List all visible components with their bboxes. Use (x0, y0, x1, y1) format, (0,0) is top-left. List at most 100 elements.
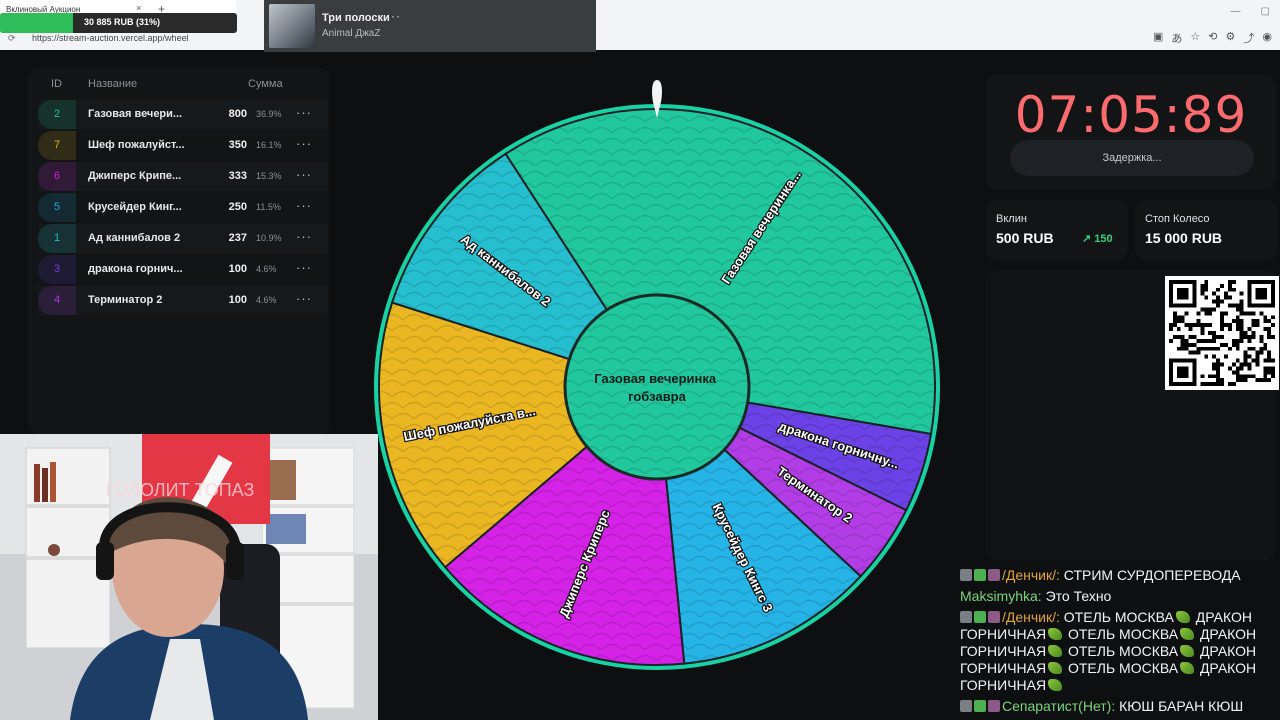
lot-id: 2 (38, 100, 76, 129)
stream-chat: /Денчик/: СТРИМ СУРДОПЕРЕВОДА Maksimyhka:… (960, 567, 1278, 719)
track-artist: Animal ДжаZ (322, 28, 381, 39)
chat-message: /Денчик/: СТРИМ СУРДОПЕРЕВОДА (960, 567, 1278, 584)
music-more-icon[interactable]: ··· (386, 9, 401, 23)
reload-icon[interactable]: ⟳ (8, 33, 16, 44)
lot-sum: 237 (228, 232, 247, 244)
chat-badge-icon (960, 569, 972, 581)
lot-more-icon[interactable]: ··· (296, 198, 312, 213)
vklin-value: 500 RUB (996, 230, 1054, 246)
qr-code (1165, 276, 1279, 390)
chat-nick[interactable]: Maksimyhka: (960, 588, 1046, 604)
window-controls: — ▢ (1231, 6, 1270, 17)
dragon-emote-icon (1048, 662, 1063, 674)
chat-nick[interactable]: /Денчик/: (1002, 609, 1064, 625)
lot-percent: 4.6% (256, 295, 277, 305)
lot-sum: 800 (228, 108, 247, 120)
wheel-hub-texture (565, 295, 749, 479)
translate-icon[interactable]: あ (1171, 30, 1182, 46)
chat-text: ОТЕЛЬ МОСКВА (1067, 643, 1179, 659)
album-art (269, 4, 315, 48)
lot-percent: 4.6% (256, 264, 277, 274)
wheel-pointer (652, 80, 662, 118)
stop-wheel-label: Стоп Колесо (1145, 213, 1210, 225)
chat-text: КЮШ БАРАН КЮШ (1119, 698, 1244, 714)
lot-row[interactable]: 4 Терминатор 2 100 4.6% ··· (38, 286, 328, 315)
chat-nick[interactable]: /Денчик/: (1002, 567, 1064, 583)
delay-button[interactable]: Задержка... (1010, 140, 1254, 176)
lot-more-icon[interactable]: ··· (296, 229, 312, 244)
chat-nick[interactable]: Сепаратист(Нет): (1002, 698, 1119, 714)
lot-more-icon[interactable]: ··· (296, 167, 312, 182)
lot-name: Крусейдер Кинг... (88, 201, 182, 213)
lot-row[interactable]: 3 дракона горнич... 100 4.6% ··· (38, 255, 328, 284)
profile-icon[interactable]: ◉ (1262, 30, 1272, 46)
lot-table: ID Название Сумма 2 Газовая вечери... 800 3… (28, 68, 330, 434)
stop-wheel-value: 15 000 RUB (1145, 230, 1223, 246)
countdown-timer: 07:05:89 (1014, 86, 1248, 144)
address-bar[interactable]: ⟳ https://stream-auction.vercel.app/whee… (6, 31, 226, 47)
chat-badge-icon (974, 569, 986, 581)
lot-row[interactable]: 1 Ад каннибалов 2 237 10.9% ··· (38, 224, 328, 253)
chat-text: ОТЕЛЬ МОСКВА (1067, 660, 1179, 676)
dragon-emote-icon (1180, 662, 1195, 674)
lot-row[interactable]: 5 Крусейдер Кинг... 250 11.5% ··· (38, 193, 328, 222)
lot-id: 3 (38, 255, 76, 284)
lot-more-icon[interactable]: ··· (296, 136, 312, 151)
vklin-card: Вклин 500 RUB ↗ 150 (986, 200, 1128, 260)
vklin-trend: 150 (1094, 233, 1113, 245)
vklin-label: Вклин (996, 213, 1027, 225)
lot-percent: 10.9% (256, 233, 282, 243)
lot-percent: 15.3% (256, 171, 282, 181)
tab-close-icon[interactable]: × (136, 3, 141, 13)
lot-id: 7 (38, 131, 76, 160)
chat-message: Maksimyhka: Это Техно (960, 588, 1278, 605)
chat-badge-icon (988, 700, 1000, 712)
chat-badge-icon (960, 700, 972, 712)
lot-sum: 333 (228, 170, 247, 182)
maximize-icon[interactable]: ▢ (1261, 6, 1270, 17)
header-id: ID (51, 78, 62, 90)
dragon-emote-icon (1048, 679, 1063, 691)
chat-badge-icon (974, 611, 986, 623)
lot-row[interactable]: 2 Газовая вечери... 800 36.9% ··· (38, 100, 328, 129)
browser-toolbar: ▣ あ ☆ ⟲ ⚙ ⤴ ◉ (1153, 30, 1272, 46)
chat-badge-icon (974, 700, 986, 712)
lot-sum: 250 (228, 201, 247, 213)
lot-table-header: ID Название Сумма (28, 78, 328, 94)
lot-row[interactable]: 7 Шеф пожалуйст... 350 16.1% ··· (38, 131, 328, 160)
lot-id: 5 (38, 193, 76, 222)
chat-text: Это Техно (1045, 588, 1112, 604)
browser-chrome: Вклиновый Аукцион × + 30 885 RUB (31%) ⟳… (0, 0, 1280, 50)
minimize-icon[interactable]: — (1231, 6, 1241, 17)
svg-text:ГОЛОЛИТ ТОПАЗ: ГОЛОЛИТ ТОПАЗ (106, 480, 255, 500)
lot-name: дракона горнич... (88, 263, 183, 275)
lot-name: Газовая вечери... (88, 108, 183, 120)
lot-more-icon[interactable]: ··· (296, 291, 312, 306)
auction-progress-fill (0, 13, 74, 33)
chat-message: /Денчик/: ОТЕЛЬ МОСКВА ДРАКОН ГОРНИЧНАЯ … (960, 609, 1278, 694)
share-icon[interactable]: ⤴ (1243, 30, 1254, 46)
lot-name: Терминатор 2 (88, 294, 163, 306)
chat-badge-icon (988, 611, 1000, 623)
extensions-icon[interactable]: ⟲ (1208, 30, 1217, 46)
timer-panel: 07:05:89 Задержка... (986, 74, 1276, 190)
lot-more-icon[interactable]: ··· (296, 105, 312, 120)
header-sum: Сумма (248, 78, 283, 90)
lot-name: Джиперс Крипе... (88, 170, 182, 182)
lot-percent: 16.1% (256, 140, 282, 150)
lot-more-icon[interactable]: ··· (296, 260, 312, 275)
lot-id: 4 (38, 286, 76, 315)
header-name: Название (88, 78, 138, 90)
lot-name: Ад каннибалов 2 (88, 232, 181, 244)
lot-percent: 36.9% (256, 109, 282, 119)
screenshot-icon[interactable]: ▣ (1153, 30, 1163, 46)
lot-sum: 100 (228, 294, 247, 306)
lot-row[interactable]: 6 Джиперс Крипе... 333 15.3% ··· (38, 162, 328, 191)
track-title: Три полоски (322, 12, 390, 24)
puzzle-icon[interactable]: ⚙ (1226, 30, 1236, 46)
address-text[interactable]: https://stream-auction.vercel.app/wheel (32, 33, 189, 43)
star-icon[interactable]: ☆ (1190, 30, 1200, 46)
chat-text: СТРИМ СУРДОПЕРЕВОДА (1063, 567, 1241, 583)
auction-wheel[interactable]: Газовая вечеринка...дракона горничну...Т… (370, 100, 944, 674)
dragon-emote-icon (1180, 628, 1195, 640)
